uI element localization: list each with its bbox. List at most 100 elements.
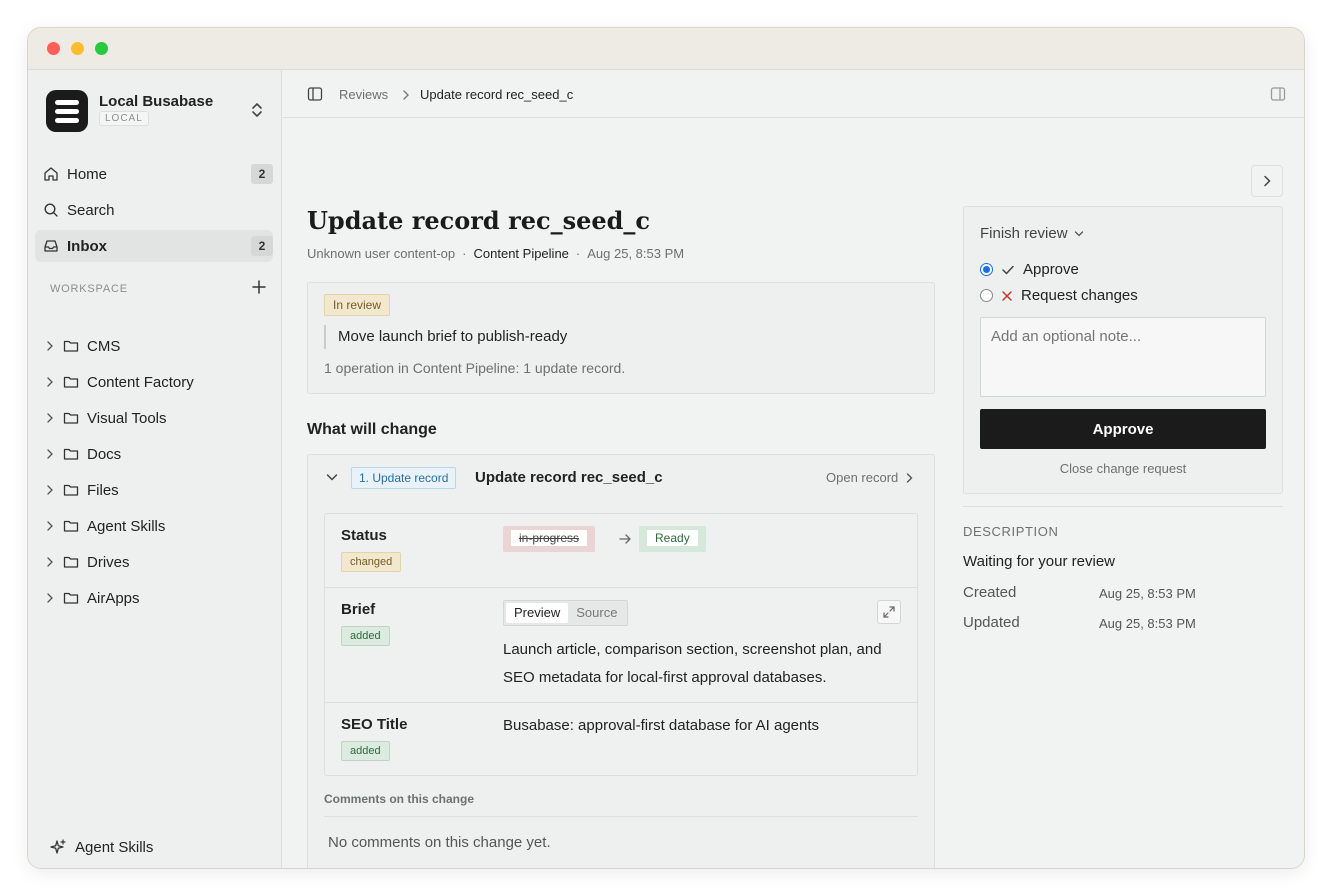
folder-icon: [63, 484, 79, 496]
sidebar-toggle-icon[interactable]: [307, 86, 323, 102]
inbox-count-badge: 2: [251, 236, 273, 256]
updated-label: Updated: [963, 614, 1020, 631]
page-meta: Unknown user content-op · Content Pipeline…: [307, 246, 684, 261]
folder-item[interactable]: Docs: [35, 439, 273, 469]
approve-radio[interactable]: [980, 263, 993, 276]
operation-tag: 1. Update record: [351, 467, 457, 489]
inbox-icon: [44, 240, 58, 252]
summary-card: In review Move launch brief to publish-r…: [307, 282, 935, 394]
field-changes: Status changed in-progress Ready Brief a…: [324, 513, 918, 776]
chevron-right-icon: [907, 472, 913, 483]
approve-option-label: Approve: [1023, 261, 1079, 278]
folder-item[interactable]: AirApps: [35, 583, 273, 613]
finish-review-dropdown[interactable]: Finish review: [980, 225, 1084, 242]
meta-time: Aug 25, 8:53 PM: [587, 246, 685, 261]
operation-title: Update record rec_seed_c: [475, 469, 663, 486]
chevron-right-icon[interactable]: [45, 593, 55, 603]
workspace-logo[interactable]: [46, 90, 88, 132]
folder-label: CMS: [87, 337, 121, 355]
field-row-status: Status changed in-progress Ready: [325, 514, 917, 588]
nav-home-label: Home: [67, 165, 108, 183]
breadcrumb-reviews[interactable]: Reviews: [339, 87, 388, 102]
chevron-right-icon[interactable]: [45, 485, 55, 495]
expand-button[interactable]: [877, 600, 901, 624]
zoom-window-button[interactable]: [95, 42, 108, 55]
arrow-right-icon: [619, 534, 631, 544]
folder-icon: [63, 556, 79, 568]
field-name: SEO Title: [341, 716, 408, 733]
request-changes-option[interactable]: Request changes: [980, 287, 1138, 304]
sparkle-icon: [50, 838, 66, 854]
open-record-link[interactable]: Open record: [826, 470, 913, 485]
chevron-right-icon[interactable]: [45, 449, 55, 459]
chevron-right-icon[interactable]: [45, 557, 55, 567]
created-label: Created: [963, 584, 1017, 601]
folder-item[interactable]: Drives: [35, 547, 273, 577]
status-badge: In review: [324, 294, 391, 316]
request-changes-radio[interactable]: [980, 289, 993, 302]
nav-search[interactable]: Search: [35, 194, 273, 226]
workspace-name[interactable]: Local Busabase: [99, 93, 213, 110]
folder-item[interactable]: Files: [35, 475, 273, 505]
field-row-brief: Brief added Preview Source Launch articl…: [325, 588, 917, 703]
divider: [324, 816, 918, 817]
open-record-label: Open record: [826, 470, 899, 485]
folder-label: Drives: [87, 553, 130, 571]
folder-label: Content Factory: [87, 373, 194, 391]
created-value: Aug 25, 8:53 PM: [1099, 586, 1196, 601]
minimize-window-button[interactable]: [71, 42, 84, 55]
folder-label: Docs: [87, 445, 122, 463]
search-icon: [44, 203, 58, 217]
chevron-right-icon[interactable]: [45, 341, 55, 351]
chevron-down-icon[interactable]: [326, 472, 338, 482]
chevron-right-icon[interactable]: [45, 413, 55, 423]
folder-item[interactable]: Visual Tools: [35, 403, 273, 433]
nav-search-label: Search: [67, 201, 115, 219]
chevron-right-icon: [1264, 175, 1271, 187]
folder-label: Visual Tools: [87, 409, 167, 427]
sidebar-footer-label: Agent Skills: [75, 838, 154, 856]
folder-item[interactable]: Agent Skills: [35, 511, 273, 541]
meta-user[interactable]: Unknown user content-op: [307, 246, 455, 261]
changed-badge: changed: [341, 552, 402, 572]
description-label: DESCRIPTION: [963, 524, 1059, 539]
chevron-right-icon[interactable]: [45, 521, 55, 531]
finish-review-label: Finish review: [980, 225, 1068, 242]
folder-label: Agent Skills: [87, 517, 166, 535]
brief-text: Launch article, comparison section, scre…: [503, 641, 882, 686]
approve-button[interactable]: Approve: [980, 409, 1266, 449]
tab-source[interactable]: Source: [568, 603, 625, 623]
nav-home[interactable]: Home 2: [35, 158, 273, 190]
sidebar-footer-agent-skills[interactable]: Agent Skills: [50, 836, 153, 858]
chevron-up-down-icon[interactable]: [250, 101, 264, 119]
divider: [963, 506, 1283, 507]
chevron-right-icon: [403, 90, 409, 100]
collapse-panel-button[interactable]: [1251, 165, 1283, 197]
folder-item[interactable]: CMS: [35, 331, 273, 361]
summary-quote: Move launch brief to publish-ready: [324, 325, 567, 349]
meta-pipeline[interactable]: Content Pipeline: [474, 246, 569, 261]
folder-icon: [63, 520, 79, 532]
folder-icon: [63, 448, 79, 460]
workspace-badge: LOCAL: [99, 111, 149, 126]
close-window-button[interactable]: [47, 42, 60, 55]
chevron-right-icon[interactable]: [45, 377, 55, 387]
app-window: Local Busabase LOCAL Home 2 Search Inbox…: [27, 27, 1305, 869]
old-value-text: in-progress: [511, 530, 588, 546]
new-value-text: Ready: [647, 530, 698, 546]
chevron-down-icon: [1074, 230, 1083, 236]
approve-option[interactable]: Approve: [980, 261, 1079, 278]
right-panel-toggle-icon[interactable]: [1270, 86, 1286, 102]
expand-icon: [883, 606, 895, 618]
comments-label: Comments on this change: [324, 792, 475, 806]
add-icon[interactable]: [252, 280, 266, 294]
nav-inbox[interactable]: Inbox 2: [35, 230, 273, 262]
sidebar: Local Busabase LOCAL Home 2 Search Inbox…: [28, 70, 282, 868]
folder-item[interactable]: Content Factory: [35, 367, 273, 397]
tab-preview[interactable]: Preview: [506, 603, 569, 623]
added-badge: added: [341, 741, 390, 761]
x-icon: [1002, 290, 1012, 301]
review-note-input[interactable]: [980, 317, 1266, 397]
operation-card: 1. Update record Update record rec_seed_…: [307, 454, 935, 868]
close-change-request-link[interactable]: Close change request: [964, 461, 1282, 476]
